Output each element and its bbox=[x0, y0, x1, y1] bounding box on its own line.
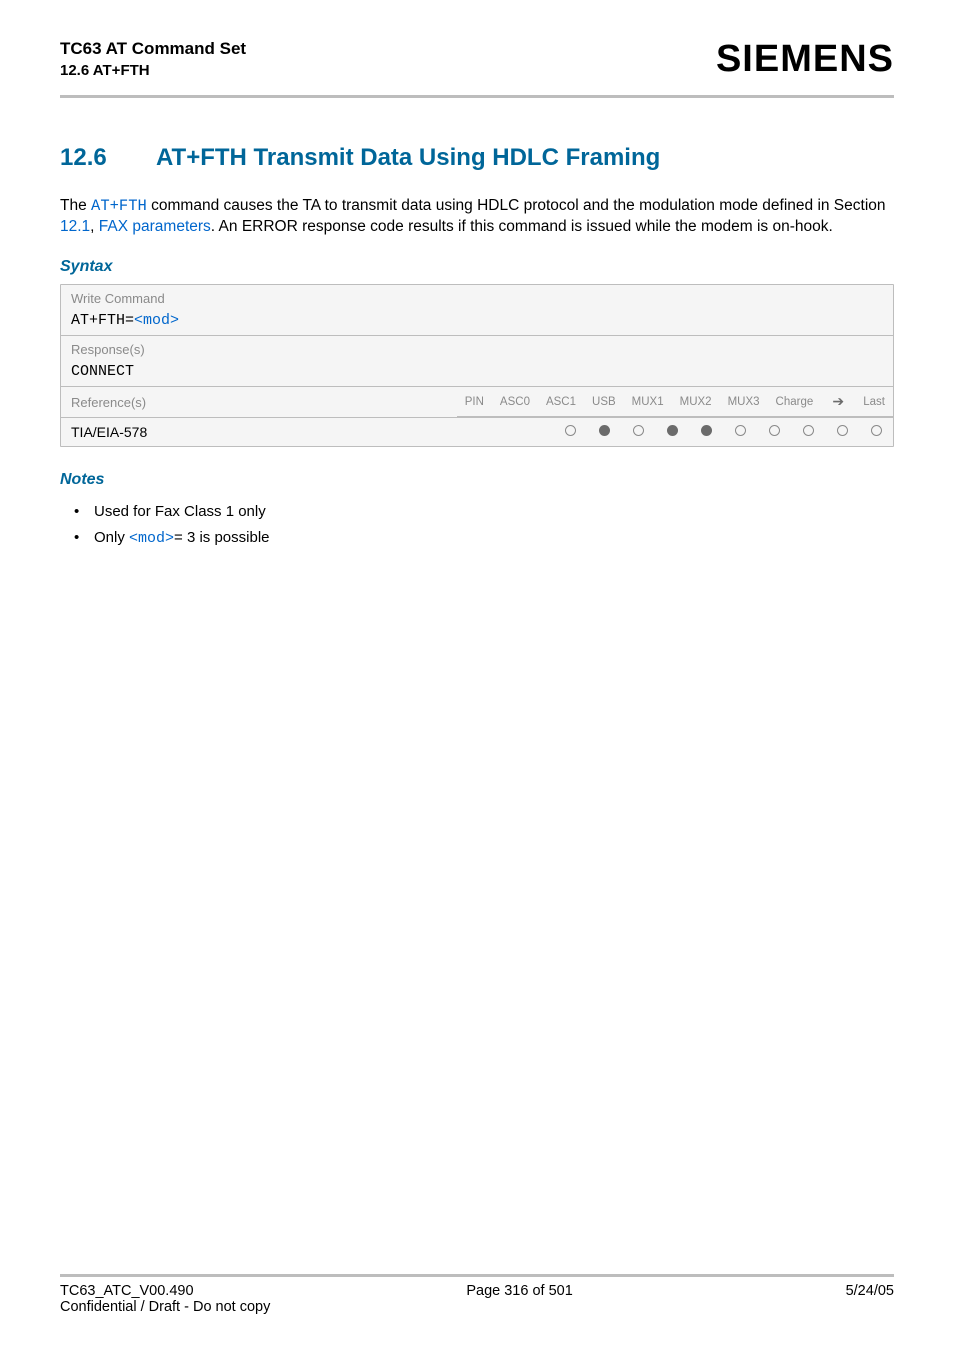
brand-logo: SIEMENS bbox=[716, 38, 894, 81]
references-label: Reference(s) bbox=[71, 395, 447, 410]
applicability-value-row bbox=[553, 419, 893, 445]
dot-filled-icon bbox=[599, 425, 610, 436]
footer-divider bbox=[60, 1274, 894, 1277]
response-label: Response(s) bbox=[71, 342, 883, 357]
applicability-table: PIN ASC0 ASC1 USB MUX1 MUX2 MUX3 Charge … bbox=[457, 387, 893, 417]
doc-subtitle: 12.6 AT+FTH bbox=[60, 61, 246, 81]
note-2-pre: Only bbox=[94, 529, 129, 546]
val-mux3 bbox=[757, 419, 791, 445]
arrow-icon: ➔ bbox=[832, 393, 844, 409]
dot-empty-icon bbox=[735, 425, 746, 436]
reference-value: TIA/EIA-578 bbox=[61, 418, 553, 446]
page-footer: TC63_ATC_V00.490 Page 316 of 501 5/24/05… bbox=[60, 1274, 894, 1315]
section-title-text: AT+FTH Transmit Data Using HDLC Framing bbox=[156, 144, 660, 172]
val-mux2 bbox=[723, 419, 757, 445]
syntax-box: Write Command AT+FTH=<mod> Response(s) C… bbox=[60, 284, 894, 447]
response-row: Response(s) CONNECT bbox=[61, 335, 893, 386]
footer-center: Page 316 of 501 bbox=[466, 1283, 572, 1299]
page-root: TC63 AT Command Set 12.6 AT+FTH SIEMENS … bbox=[0, 0, 954, 1351]
col-asc1: ASC1 bbox=[538, 387, 584, 417]
dot-empty-icon bbox=[871, 425, 882, 436]
doc-title: TC63 AT Command Set bbox=[60, 38, 246, 61]
footer-left: TC63_ATC_V00.490 bbox=[60, 1283, 194, 1299]
response-value: CONNECT bbox=[71, 363, 883, 380]
cmd-link[interactable]: AT+FTH bbox=[91, 197, 147, 215]
header-divider bbox=[60, 95, 894, 98]
reference-left: Reference(s) bbox=[61, 389, 457, 416]
val-last bbox=[859, 419, 893, 445]
write-command-label: Write Command bbox=[71, 291, 883, 306]
section-ref-link[interactable]: 12.1 bbox=[60, 218, 90, 235]
col-arrow: ➔ bbox=[821, 387, 855, 417]
write-command-value: AT+FTH=<mod> bbox=[71, 312, 883, 329]
col-usb: USB bbox=[584, 387, 624, 417]
applicability-values bbox=[553, 419, 893, 445]
header-left: TC63 AT Command Set 12.6 AT+FTH bbox=[60, 38, 246, 81]
val-pin bbox=[553, 419, 587, 445]
fax-params-link[interactable]: FAX parameters bbox=[99, 218, 211, 235]
dot-filled-icon bbox=[667, 425, 678, 436]
intro-pre: The bbox=[60, 197, 91, 214]
reference-value-row: TIA/EIA-578 bbox=[61, 417, 893, 446]
write-command-param[interactable]: <mod> bbox=[134, 312, 179, 329]
col-mux2: MUX2 bbox=[672, 387, 720, 417]
dot-empty-icon bbox=[633, 425, 644, 436]
note-item-1: Used for Fax Class 1 only bbox=[74, 499, 894, 525]
val-usb bbox=[655, 419, 689, 445]
syntax-heading: Syntax bbox=[60, 258, 894, 276]
write-command-prefix: AT+FTH= bbox=[71, 312, 134, 329]
dot-empty-icon bbox=[803, 425, 814, 436]
notes-list: Used for Fax Class 1 only Only <mod>= 3 … bbox=[60, 499, 894, 551]
section-number: 12.6 bbox=[60, 144, 120, 172]
footer-sub: Confidential / Draft - Do not copy bbox=[60, 1299, 894, 1315]
footer-row: TC63_ATC_V00.490 Page 316 of 501 5/24/05 bbox=[60, 1283, 894, 1299]
val-mux1 bbox=[689, 419, 723, 445]
dot-empty-icon bbox=[769, 425, 780, 436]
col-pin: PIN bbox=[457, 387, 492, 417]
footer-right: 5/24/05 bbox=[846, 1283, 894, 1299]
note-1-text: Used for Fax Class 1 only bbox=[94, 503, 266, 520]
intro-paragraph: The AT+FTH command causes the TA to tran… bbox=[60, 196, 894, 238]
dot-empty-icon bbox=[565, 425, 576, 436]
val-asc0 bbox=[587, 419, 621, 445]
dot-filled-icon bbox=[701, 425, 712, 436]
col-last: Last bbox=[855, 387, 893, 417]
dot-empty-icon bbox=[837, 425, 848, 436]
page-header: TC63 AT Command Set 12.6 AT+FTH SIEMENS bbox=[60, 38, 894, 89]
reference-row: Reference(s) PIN ASC0 ASC1 USB MUX1 MUX2… bbox=[61, 386, 893, 417]
val-charge bbox=[791, 419, 825, 445]
note-2-param[interactable]: <mod> bbox=[129, 530, 174, 547]
notes-heading: Notes bbox=[60, 471, 894, 489]
intro-tail: . An ERROR response code results if this… bbox=[211, 218, 833, 235]
col-mux3: MUX3 bbox=[720, 387, 768, 417]
col-asc0: ASC0 bbox=[492, 387, 538, 417]
section-heading: 12.6 AT+FTH Transmit Data Using HDLC Fra… bbox=[60, 144, 894, 172]
val-asc1 bbox=[621, 419, 655, 445]
col-charge: Charge bbox=[768, 387, 822, 417]
val-arrow bbox=[825, 419, 859, 445]
intro-mid2: , bbox=[90, 218, 99, 235]
note-2-post: = 3 is possible bbox=[174, 529, 269, 546]
col-mux1: MUX1 bbox=[624, 387, 672, 417]
write-command-row: Write Command AT+FTH=<mod> bbox=[61, 285, 893, 335]
intro-mid1: command causes the TA to transmit data u… bbox=[147, 197, 886, 214]
applicability-header-row: PIN ASC0 ASC1 USB MUX1 MUX2 MUX3 Charge … bbox=[457, 387, 893, 417]
note-item-2: Only <mod>= 3 is possible bbox=[74, 525, 894, 552]
